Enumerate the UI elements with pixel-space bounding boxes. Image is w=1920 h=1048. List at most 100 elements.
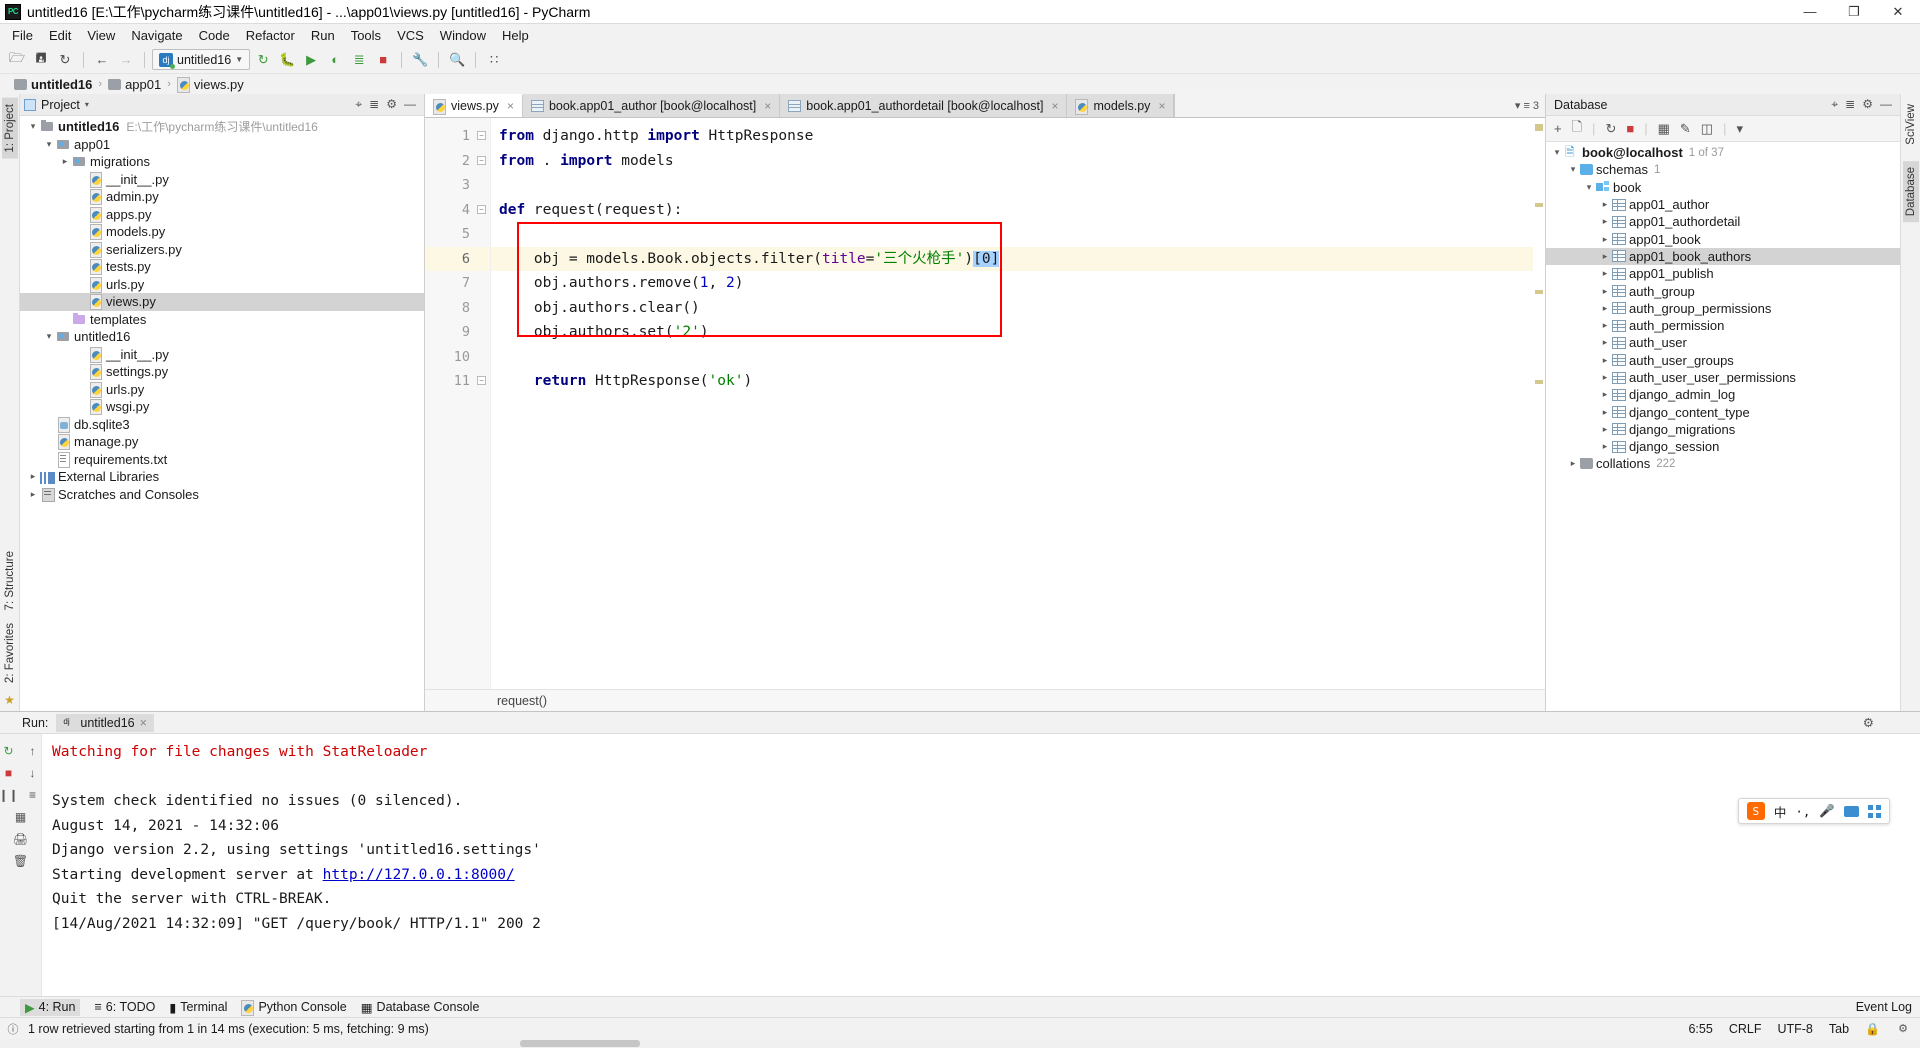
chevron-open-icon[interactable] [26, 121, 40, 132]
code-fold-marker[interactable]: − [477, 376, 486, 385]
database-tree-item[interactable]: schemas 1 [1546, 161, 1900, 178]
gear-icon[interactable]: ⚙ [1862, 97, 1873, 112]
editor-tab[interactable]: book.app01_authordetail [book@localhost]… [780, 94, 1068, 117]
editor-tab-overflow[interactable]: ▾ ≡ 3 [1174, 94, 1545, 117]
scroll-up-icon[interactable]: ↑ [23, 740, 43, 762]
database-tree-item[interactable]: django_admin_log [1546, 386, 1900, 403]
tool-tab-structure[interactable]: 7: Structure [2, 545, 18, 616]
database-tree-item[interactable]: auth_group_permissions [1546, 300, 1900, 317]
project-tree-item[interactable]: tests.py [20, 258, 424, 276]
open-folder-icon[interactable]: 🗁 [6, 49, 28, 71]
tab-list-icon[interactable]: ≡ [1523, 100, 1529, 112]
code-content[interactable]: from django.http import HttpResponse from… [491, 118, 1545, 689]
navigate-forward-icon[interactable]: → [115, 49, 137, 71]
minimize-button[interactable]: — [1788, 0, 1832, 24]
code-fold-marker[interactable]: − [477, 131, 486, 140]
project-tree-item[interactable]: untitled16 E:\工作\pycharm练习课件\untitled16 [20, 118, 424, 136]
sync-icon[interactable]: ↻ [54, 49, 76, 71]
stop-icon[interactable]: ■ [1626, 121, 1634, 136]
chevron-closed-icon[interactable] [1598, 216, 1612, 227]
ime-mode-label[interactable]: 中 [1774, 802, 1787, 821]
code-line[interactable]: obj.authors.set('2') [491, 320, 1545, 345]
chevron-open-icon[interactable] [42, 331, 56, 342]
code-line[interactable]: obj = models.Book.objects.filter(title='… [491, 246, 1545, 271]
ime-toolbar[interactable]: S 中 ·, 🎤 [1737, 798, 1890, 824]
editor-gutter[interactable]: 1 2 3 4 5 6 7 8 9 10 11− − − − [425, 118, 491, 689]
line-separator[interactable]: CRLF [1729, 1022, 1762, 1036]
filter-icon[interactable]: ▾ [1736, 121, 1743, 137]
event-log-label[interactable]: Event Log [1856, 1000, 1912, 1014]
project-tree-item[interactable]: templates [20, 311, 424, 329]
chevron-closed-icon[interactable] [1598, 303, 1612, 314]
code-line[interactable]: return HttpResponse('ok') [491, 369, 1545, 394]
profile-icon[interactable]: ◐ [324, 49, 346, 71]
project-tree-item[interactable]: migrations [20, 153, 424, 171]
project-tree-item[interactable]: Scratches and Consoles [20, 486, 424, 504]
project-tree-item[interactable]: db.sqlite3 [20, 416, 424, 434]
scroll-down-icon[interactable]: ↓ [23, 762, 43, 784]
chevron-closed-icon[interactable] [1598, 320, 1612, 331]
database-tree-item[interactable]: auth_permission [1546, 317, 1900, 334]
bottom-tab-run[interactable]: ▶ 4: Run [20, 998, 81, 1016]
gear-icon[interactable]: ⚙ [1863, 715, 1920, 730]
code-line[interactable]: obj.authors.remove(1, 2) [491, 271, 1545, 296]
project-tree-item[interactable]: requirements.txt [20, 451, 424, 469]
close-icon[interactable]: × [1158, 99, 1165, 113]
run-config-tab[interactable]: dj untitled16 × [56, 713, 154, 732]
grid-icon[interactable]: ▦ [11, 806, 31, 828]
database-tree-item[interactable]: django_migrations [1546, 421, 1900, 438]
project-tree-item[interactable]: admin.py [20, 188, 424, 206]
code-line[interactable] [491, 173, 1545, 198]
editor-scroll-markers[interactable] [1533, 118, 1545, 689]
project-tree-item[interactable]: wsgi.py [20, 398, 424, 416]
project-tree-item[interactable]: __init__.py [20, 171, 424, 189]
run-configuration-selector[interactable]: dj untitled16 ▼ [152, 49, 251, 70]
project-tree-item[interactable]: apps.py [20, 206, 424, 224]
run-with-coverage-icon[interactable]: ▶ [300, 49, 322, 71]
chevron-closed-icon[interactable] [26, 489, 40, 500]
target-icon[interactable]: ⌖ [1831, 97, 1838, 112]
keyboard-icon[interactable] [1844, 805, 1859, 817]
breadcrumb-item-project[interactable]: untitled16 [14, 77, 92, 92]
menu-tools[interactable]: Tools [343, 26, 389, 45]
database-tree-item[interactable]: app01_author [1546, 196, 1900, 213]
chevron-closed-icon[interactable] [1566, 458, 1580, 469]
soft-wrap-icon[interactable]: ≡ [23, 784, 43, 806]
project-tree-item[interactable]: __init__.py [20, 346, 424, 364]
close-icon[interactable]: × [1051, 99, 1058, 113]
project-tree-item[interactable]: models.py [20, 223, 424, 241]
tool-tab-database[interactable]: Database [1902, 160, 1919, 222]
microphone-icon[interactable]: 🎤 [1819, 803, 1835, 819]
editor-tab[interactable]: models.py × [1067, 94, 1175, 117]
print-icon[interactable]: 🖨 [11, 828, 31, 850]
editor-tab-bar[interactable]: views.py × book.app01_author [book@localho… [425, 94, 1545, 118]
database-tree-item[interactable]: book [1546, 179, 1900, 196]
bottom-tab-todo[interactable]: ≡ 6: TODO [94, 1000, 155, 1014]
background-tasks-icon[interactable]: ⚙ [1896, 1022, 1910, 1036]
maximize-button[interactable]: ❐ [1832, 0, 1876, 24]
chevron-open-icon[interactable] [1582, 182, 1596, 193]
ime-punctuation-icon[interactable]: ·, [1795, 804, 1810, 819]
chevron-closed-icon[interactable] [1598, 286, 1612, 297]
collapse-all-icon[interactable]: ≣ [369, 97, 379, 112]
database-tree-item[interactable]: auth_user_groups [1546, 352, 1900, 369]
console-icon[interactable]: ◫ [1701, 121, 1713, 137]
chevron-closed-icon[interactable] [1598, 355, 1612, 366]
breadcrumb-item-file[interactable]: views.py [176, 77, 244, 93]
database-tree-item[interactable]: app01_book_authors [1546, 247, 1900, 266]
chevron-closed-icon[interactable] [1598, 407, 1612, 418]
stop-icon[interactable]: ■ [0, 762, 19, 784]
breadcrumb-item-app01[interactable]: app01 [108, 77, 161, 92]
chevron-closed-icon[interactable] [1598, 389, 1612, 400]
project-tree-item[interactable]: External Libraries [20, 468, 424, 486]
menu-window[interactable]: Window [432, 26, 494, 45]
database-tree-item[interactable]: django_content_type [1546, 403, 1900, 420]
chevron-closed-icon[interactable] [1598, 268, 1612, 279]
code-line[interactable]: obj.authors.clear() [491, 296, 1545, 321]
menu-code[interactable]: Code [191, 26, 238, 45]
copy-icon[interactable]: 🗋 [1572, 118, 1582, 140]
database-tree-item[interactable]: collations 222 [1546, 455, 1900, 472]
project-tree-item[interactable]: manage.py [20, 433, 424, 451]
database-tree-item[interactable]: app01_authordetail [1546, 213, 1900, 230]
chevron-down-icon[interactable]: ▾ [85, 100, 89, 109]
